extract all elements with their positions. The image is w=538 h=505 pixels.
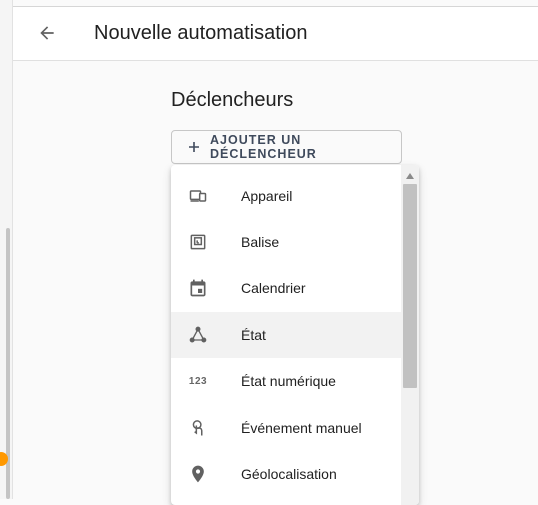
location-pin-icon bbox=[188, 464, 208, 484]
menu-scrollbar-thumb[interactable] bbox=[403, 184, 417, 388]
page-title: Nouvelle automatisation bbox=[94, 22, 308, 44]
menu-scrollbar[interactable] bbox=[401, 165, 419, 505]
numeric-state-icon: 123 bbox=[188, 375, 208, 387]
state-icon bbox=[188, 325, 208, 345]
trigger-type-menu: Appareil Balise Calendrier État 123 État… bbox=[171, 165, 419, 505]
touch-icon bbox=[188, 418, 208, 438]
menu-item-label: Calendrier bbox=[241, 280, 306, 296]
scroll-up-arrow-icon[interactable] bbox=[406, 173, 414, 179]
menu-item-label: État numérique bbox=[241, 373, 336, 389]
menu-item-label: Appareil bbox=[241, 188, 293, 204]
left-panel-strip bbox=[0, 0, 13, 499]
menu-item-label: Balise bbox=[241, 234, 280, 250]
menu-item-device[interactable]: Appareil bbox=[171, 173, 401, 219]
add-trigger-label: AJOUTER UN DÉCLENCHEUR bbox=[210, 133, 317, 161]
menu-item-calendar[interactable]: Calendrier bbox=[171, 265, 401, 311]
plus-icon bbox=[188, 141, 200, 153]
menu-item-label: Géolocalisation bbox=[241, 466, 337, 482]
arrow-left-icon bbox=[40, 26, 54, 40]
menu-item-tag[interactable]: Balise bbox=[171, 219, 401, 265]
menu-item-state[interactable]: État bbox=[171, 312, 401, 358]
menu-item-geolocation[interactable]: Géolocalisation bbox=[171, 451, 401, 497]
calendar-icon bbox=[188, 278, 208, 298]
triggers-heading: Déclencheurs bbox=[171, 89, 294, 111]
app-header: Nouvelle automatisation bbox=[13, 6, 538, 61]
menu-item-label: État bbox=[241, 327, 266, 343]
tag-icon bbox=[188, 232, 208, 252]
back-button[interactable] bbox=[33, 19, 61, 47]
add-trigger-button[interactable]: AJOUTER UN DÉCLENCHEUR bbox=[171, 130, 402, 164]
device-icon bbox=[188, 186, 208, 206]
menu-item-manual-event[interactable]: Événement manuel bbox=[171, 405, 401, 451]
menu-item-label: Événement manuel bbox=[241, 420, 362, 436]
menu-item-numeric-state[interactable]: 123 État numérique bbox=[171, 358, 401, 404]
